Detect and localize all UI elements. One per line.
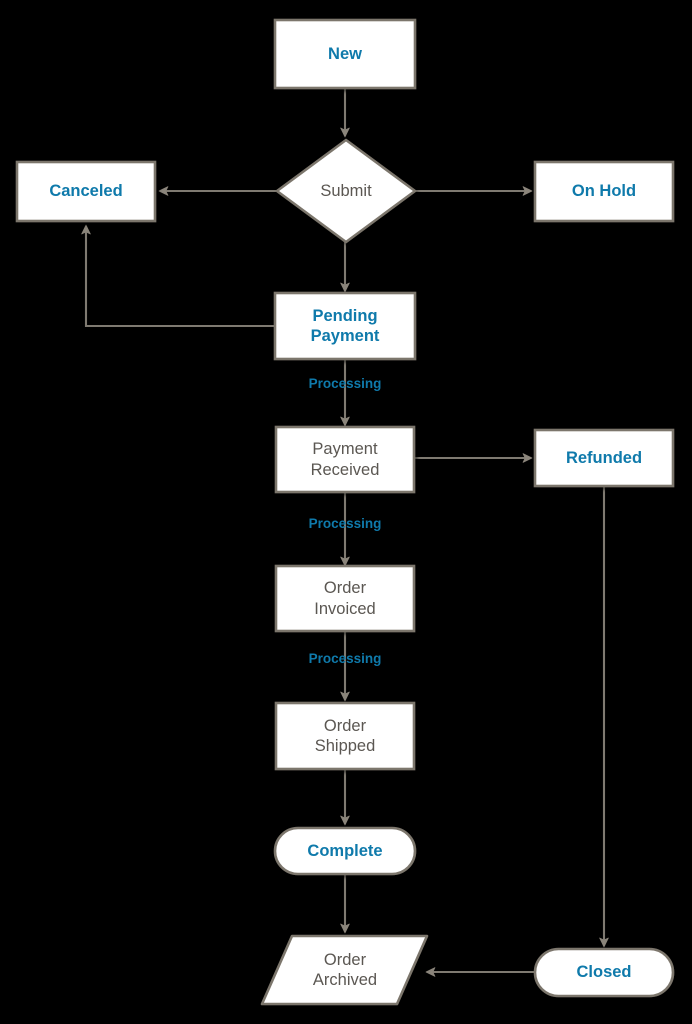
node-shape-order-archived[interactable] <box>260 934 429 1006</box>
node-shape-canceled[interactable] <box>15 160 157 223</box>
node-shape-order-shipped[interactable] <box>274 701 416 771</box>
edge-pending-payment-to-canceled <box>81 224 275 328</box>
node-shape-payment-received[interactable] <box>274 425 416 494</box>
node-shape-complete[interactable] <box>273 826 417 876</box>
flowchart-svg <box>15 18 675 1006</box>
node-shape-new[interactable] <box>273 18 417 90</box>
node-shape-closed[interactable] <box>533 947 675 998</box>
node-shape-pending-payment[interactable] <box>273 291 417 361</box>
node-shape-submit[interactable] <box>275 138 417 244</box>
node-shape-order-invoiced[interactable] <box>274 564 416 633</box>
flowchart-canvas: New Submit Canceled On Hold Pending Paym… <box>0 0 692 1024</box>
node-shape-refunded[interactable] <box>533 428 675 488</box>
node-shape-on-hold[interactable] <box>533 160 675 223</box>
